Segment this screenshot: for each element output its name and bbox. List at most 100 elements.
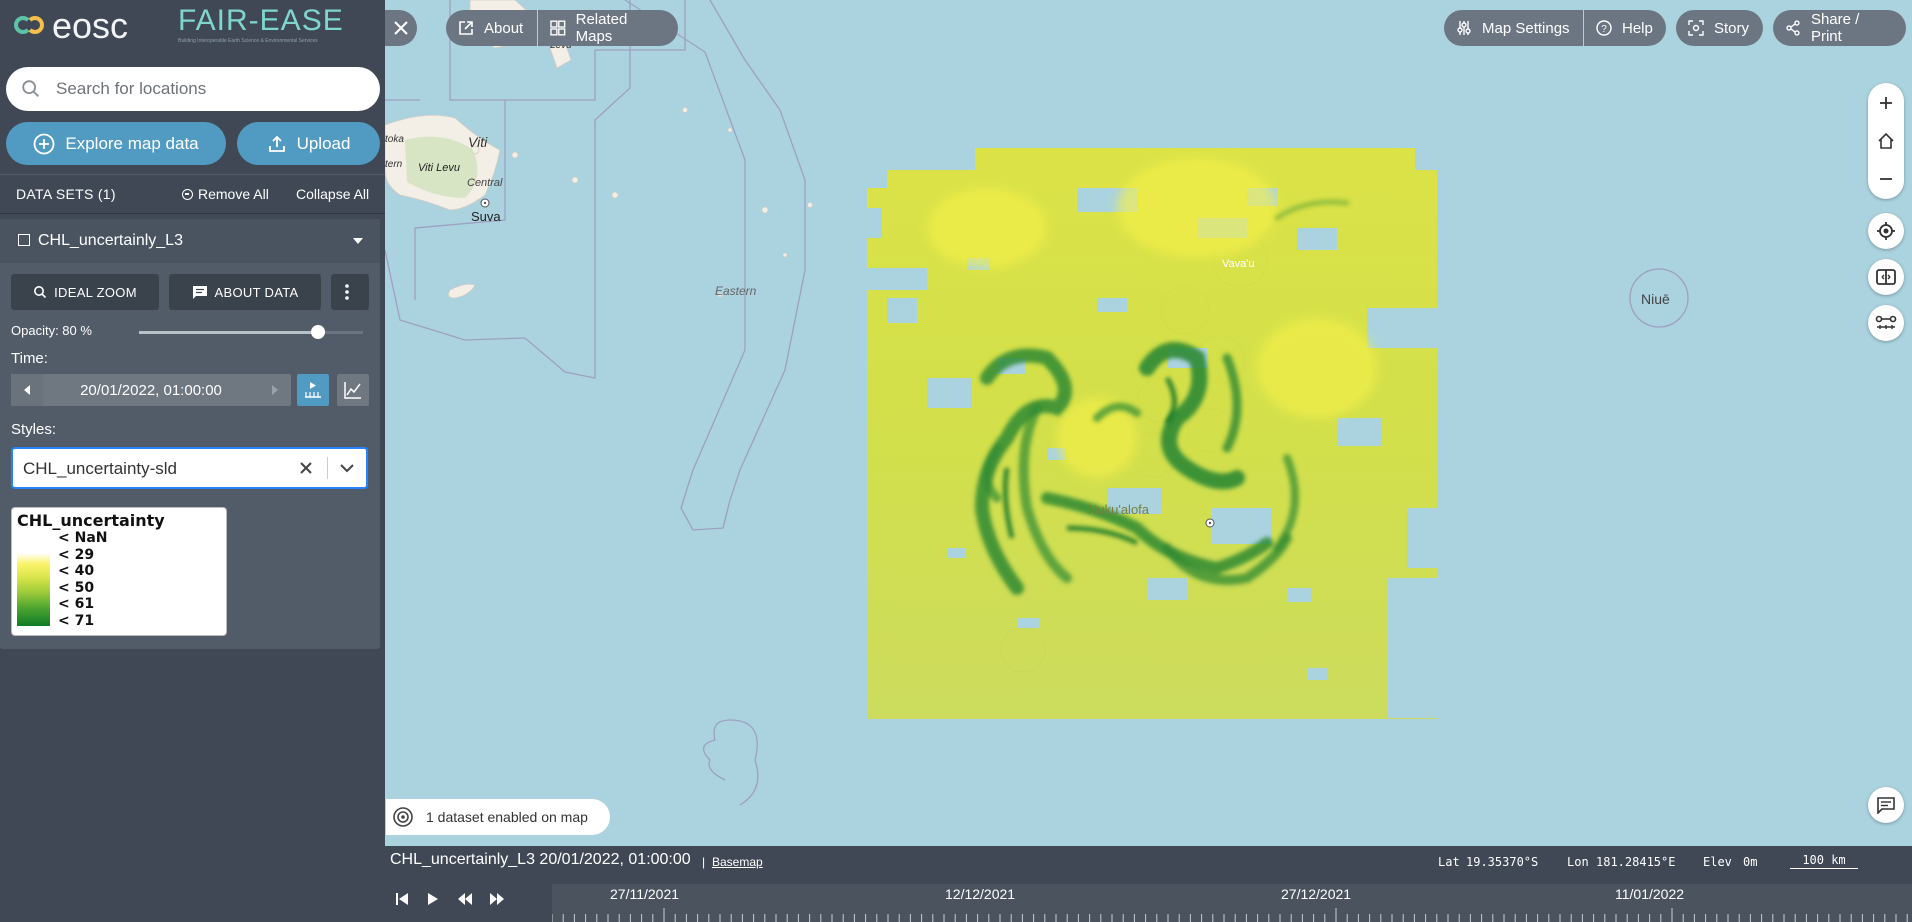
map-settings-button[interactable]: Map Settings <box>1444 10 1583 46</box>
about-data-button[interactable]: ABOUT DATA <box>169 274 321 310</box>
map-label-eastern: Eastern <box>715 284 757 298</box>
timeline-date-label: 11/01/2022 <box>1615 886 1685 902</box>
explore-map-data-button[interactable]: Explore map data <box>6 122 226 165</box>
about-button[interactable]: About <box>446 10 537 46</box>
eosc-logo: eosc <box>14 8 128 44</box>
map-canvas[interactable]: Levu Viti Viti Levu toka tern Central Su… <box>385 0 1912 846</box>
dataset-header[interactable]: CHL_uncertainly_L3 <box>0 219 380 263</box>
caret-right-icon <box>272 385 278 395</box>
timeline-track[interactable]: 27/11/2021 12/12/2021 27/12/2021 11/01/2… <box>552 884 1912 922</box>
lat-label: Lat <box>1438 855 1460 869</box>
collapse-all-button[interactable]: Collapse All <box>296 186 369 202</box>
legend-item: < 29 <box>58 547 95 563</box>
remove-all-label: Remove All <box>198 186 269 202</box>
plus-icon <box>1880 97 1892 109</box>
dataset-status-pill[interactable]: 1 dataset enabled on map <box>386 799 610 835</box>
timeline-date-label: 27/12/2021 <box>1281 886 1352 902</box>
time-series-chart-button[interactable] <box>337 374 369 406</box>
timeline-step-back-button[interactable] <box>453 888 477 910</box>
time-animation-button[interactable] <box>297 374 329 406</box>
share-icon <box>1786 20 1800 36</box>
compare-button[interactable] <box>1868 259 1904 295</box>
zoom-in-button[interactable] <box>1868 85 1904 121</box>
fair-ease-logo: FAIR-EASE <box>178 4 344 37</box>
share-print-button[interactable]: Share / Print <box>1773 10 1906 46</box>
elev-value: 0m <box>1743 855 1758 869</box>
upload-button[interactable]: Upload <box>237 122 380 165</box>
story-button[interactable]: Story <box>1676 10 1763 46</box>
story-label: Story <box>1714 19 1750 37</box>
help-button[interactable]: ? Help <box>1584 10 1666 46</box>
related-maps-button[interactable]: Related Maps <box>538 10 678 46</box>
clear-icon[interactable] <box>299 461 313 475</box>
search-input[interactable] <box>54 78 358 100</box>
time-value[interactable]: 20/01/2022, 01:00:00 <box>43 382 259 399</box>
timeline-date-label: 27/11/2021 <box>610 886 680 902</box>
remove-all-button[interactable]: Remove All <box>182 186 269 202</box>
timeline-play-button[interactable] <box>421 888 445 910</box>
dataset-name: CHL_uncertainly_L3 <box>38 232 183 249</box>
chevron-down-icon[interactable] <box>339 461 355 475</box>
search-icon <box>34 286 47 299</box>
external-link-icon <box>459 21 473 35</box>
home-icon <box>1878 132 1894 149</box>
more-options-button[interactable] <box>331 274 369 310</box>
close-icon <box>394 21 408 35</box>
step-forward-icon <box>490 893 504 905</box>
ideal-zoom-button[interactable]: IDEAL ZOOM <box>11 274 159 310</box>
home-button[interactable] <box>1868 123 1904 159</box>
upload-label: Upload <box>296 133 351 153</box>
time-previous-button[interactable] <box>11 374 43 406</box>
story-icon <box>1688 20 1704 36</box>
timeline-ticks <box>552 908 1908 922</box>
more-vertical-icon <box>344 284 349 300</box>
help-label: Help <box>1622 19 1653 37</box>
timeline-go-start-button[interactable] <box>390 888 414 910</box>
minus-circle-icon <box>182 188 193 200</box>
opacity-slider-fill <box>139 331 319 334</box>
zoom-out-button[interactable] <box>1868 161 1904 197</box>
search-box[interactable] <box>6 67 380 111</box>
line-chart-icon <box>344 382 361 399</box>
legend-item: < NaN <box>58 530 108 546</box>
time-selector[interactable]: 20/01/2022, 01:00:00 <box>11 374 291 406</box>
caret-left-icon <box>24 385 30 395</box>
minus-icon <box>1880 178 1892 180</box>
explore-label: Explore map data <box>65 133 199 153</box>
eosc-logo-icon <box>14 13 48 39</box>
zoom-controls <box>1868 83 1904 199</box>
map-label-viti: Viti <box>468 134 488 150</box>
dataset-checkbox[interactable] <box>18 234 30 246</box>
legend-color-scale <box>17 553 50 626</box>
feedback-button[interactable] <box>1868 787 1904 823</box>
map-label-vavau: Vava'u <box>1222 258 1254 270</box>
split-screen-icon <box>1876 269 1896 285</box>
separator: | <box>702 855 706 869</box>
basemap-link[interactable]: Basemap <box>712 855 763 869</box>
step-back-icon <box>458 893 472 905</box>
time-next-button[interactable] <box>259 374 291 406</box>
grid-icon <box>550 20 566 36</box>
legend-title: CHL_uncertainty <box>17 511 165 530</box>
fair-ease-tagline: Building Interoperable Earth Science & E… <box>178 38 318 44</box>
map-label-viti-levu: Viti Levu <box>418 162 460 174</box>
my-location-button[interactable] <box>1868 213 1904 249</box>
map-info-bar: CHL_uncertainly_L3 20/01/2022, 01:00:00 … <box>385 846 1912 876</box>
style-select[interactable]: CHL_uncertainty-sld <box>11 447 368 489</box>
lon-value: 181.28415°E <box>1596 855 1676 869</box>
timeline-step-forward-button[interactable] <box>485 888 509 910</box>
about-data-label: ABOUT DATA <box>214 284 299 300</box>
legend-item: < 50 <box>58 580 95 596</box>
opacity-slider[interactable] <box>139 325 363 339</box>
map-label-suva: Suva <box>471 209 501 224</box>
caret-down-icon[interactable] <box>353 238 363 244</box>
lat-value: 19.35370°S <box>1466 855 1539 869</box>
skip-back-icon <box>396 893 408 905</box>
measure-tool-button[interactable] <box>1868 305 1904 341</box>
timeline-play-icon <box>305 382 321 398</box>
timeline: 27/11/2021 12/12/2021 27/12/2021 11/01/2… <box>385 876 1912 922</box>
layer-caption: CHL_uncertainly_L3 20/01/2022, 01:00:00 <box>390 851 691 868</box>
about-label: About <box>484 19 524 37</box>
legend-item: < 71 <box>58 613 95 629</box>
feedback-icon <box>1877 797 1895 814</box>
